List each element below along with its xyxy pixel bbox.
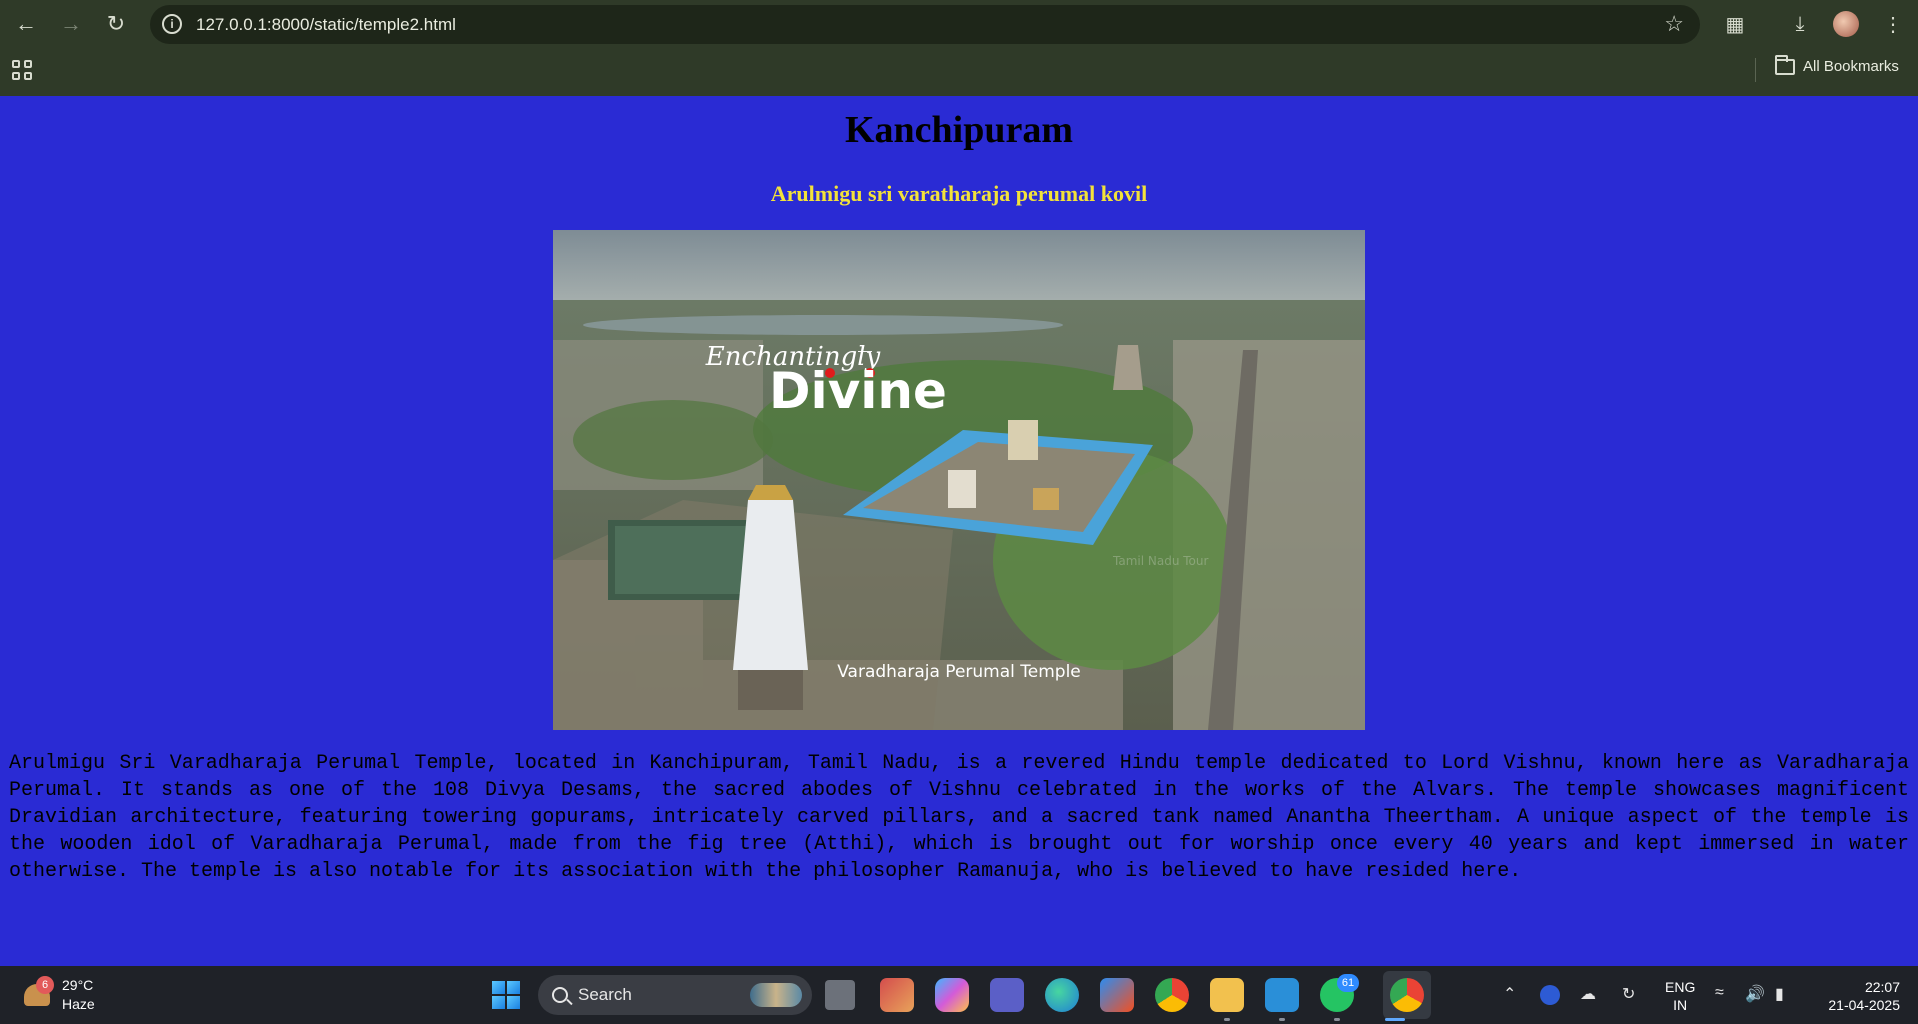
language-bottom: IN — [1673, 997, 1688, 1013]
temple-description: Arulmigu Sri Varadharaja Perumal Temple,… — [9, 752, 1909, 883]
search-icon — [552, 987, 568, 1003]
weather-badge: 6 — [36, 976, 54, 994]
taskbar-search[interactable]: Search — [538, 975, 812, 1015]
browser-chrome: ← → ↻ i 127.0.0.1:8000/static/temple2.ht… — [0, 0, 1918, 96]
weather-icon: 6 — [22, 976, 54, 1010]
language-top: ENG — [1665, 979, 1696, 995]
onedrive-icon[interactable]: ☁ — [1580, 984, 1596, 1004]
url-text[interactable]: 127.0.0.1:8000/static/temple2.html — [196, 15, 456, 35]
chrome-profile-icon[interactable] — [1390, 978, 1424, 1012]
folder-icon — [1775, 54, 1795, 75]
page-content: Kanchipuram Arulmigu sri varatharaja per… — [0, 96, 1918, 966]
active-app-indicator — [1385, 1018, 1405, 1021]
clock-date: 21-04-2025 — [1828, 997, 1900, 1013]
sync-icon[interactable]: ↻ — [1622, 984, 1635, 1004]
battery-icon[interactable]: ▮ — [1775, 984, 1784, 1004]
apps-grid-icon[interactable] — [12, 60, 32, 80]
menu-icon[interactable]: ⋮ — [1877, 8, 1909, 40]
page-title: Kanchipuram — [844, 109, 1074, 151]
download-icon[interactable]: ⤓ — [1784, 8, 1816, 40]
wifi-icon[interactable]: ≈ — [1715, 984, 1724, 1002]
weather-temp: 29°C — [62, 977, 94, 993]
clock-app-icon[interactable] — [1540, 985, 1560, 1005]
extensions-icon[interactable]: ▦ — [1719, 8, 1751, 40]
temple-photo: Enchantingly — Divine Varadharaja Peruma… — [553, 230, 1365, 730]
taskbar: 6 29°C Haze Search 61 ⌃ ☁ ↻ ENG IN ≈ 🔊 ▮… — [0, 966, 1918, 1024]
app-icon-store-bag[interactable] — [880, 978, 914, 1012]
image-watermark: Tamil Nadu Tour — [1112, 554, 1208, 568]
edge-icon[interactable] — [1045, 978, 1079, 1012]
image-overlay-title: Divine — [769, 362, 947, 420]
site-info-icon[interactable]: i — [162, 14, 182, 34]
forward-icon[interactable]: → — [55, 8, 87, 40]
whatsapp-badge: 61 — [1337, 974, 1359, 992]
language-indicator[interactable]: ENG IN — [1665, 978, 1695, 1014]
system-clock[interactable]: 22:07 21-04-2025 — [1818, 978, 1900, 1014]
weather-condition: Haze — [62, 996, 95, 1012]
show-hidden-icons-icon[interactable]: ⌃ — [1503, 984, 1516, 1004]
bookmark-star-icon[interactable]: ☆ — [1664, 11, 1684, 37]
search-highlight-icon — [750, 983, 802, 1007]
all-bookmarks-button[interactable]: All Bookmarks — [1775, 54, 1899, 75]
copilot-icon[interactable] — [935, 978, 969, 1012]
weather-widget[interactable]: 6 29°C Haze — [22, 976, 95, 1014]
search-placeholder: Search — [578, 985, 632, 1004]
chrome-icon[interactable] — [1155, 978, 1189, 1012]
reload-icon[interactable]: ↻ — [100, 8, 132, 40]
ms-store-icon[interactable] — [1100, 978, 1134, 1012]
task-view-icon[interactable] — [825, 980, 855, 1010]
clock-time: 22:07 — [1864, 979, 1900, 995]
profile-avatar[interactable] — [1833, 11, 1859, 37]
start-button[interactable] — [492, 981, 520, 1009]
all-bookmarks-label: All Bookmarks — [1803, 58, 1899, 75]
teams-icon[interactable] — [990, 978, 1024, 1012]
back-icon[interactable]: ← — [10, 8, 42, 40]
address-bar[interactable]: i 127.0.0.1:8000/static/temple2.html ☆ — [150, 5, 1700, 44]
image-caption: Varadharaja Perumal Temple — [837, 662, 1081, 682]
vscode-icon[interactable] — [1265, 978, 1299, 1012]
volume-icon[interactable]: 🔊 — [1745, 984, 1765, 1004]
file-explorer-icon[interactable] — [1210, 978, 1244, 1012]
bookmarks-divider — [1755, 58, 1756, 82]
page-subtitle: Arulmigu sri varatharaja perumal kovil — [770, 181, 1148, 206]
image-overlay-dash: — — [858, 342, 872, 358]
